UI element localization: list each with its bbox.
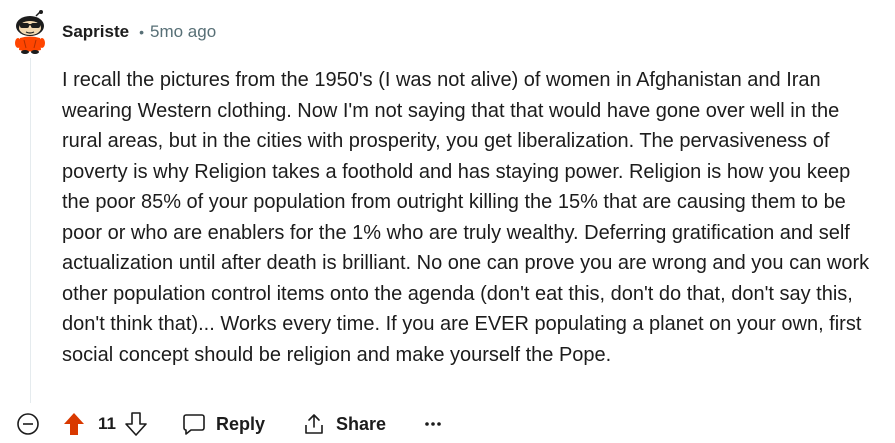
snoo-avatar-icon: [15, 10, 45, 54]
comment-header: Sapriste • 5mo ago: [62, 20, 216, 44]
vote-score: 11: [98, 414, 116, 433]
share-arrow-icon: [305, 414, 323, 434]
more-options-button[interactable]: [422, 411, 444, 437]
meta-separator: •: [139, 24, 144, 40]
ellipsis-icon: [425, 422, 441, 426]
collapse-button[interactable]: [16, 412, 40, 436]
reply-button[interactable]: Reply: [182, 411, 265, 437]
avatar[interactable]: [10, 10, 50, 54]
speech-bubble-icon: [183, 414, 205, 435]
reply-label: Reply: [216, 413, 266, 434]
comment-timestamp[interactable]: 5mo ago: [150, 22, 216, 42]
collapse-minus-icon: [17, 413, 39, 435]
share-label: Share: [336, 413, 387, 434]
share-button[interactable]: Share: [302, 411, 386, 437]
downvote-button[interactable]: [124, 411, 148, 437]
comment-body: I recall the pictures from the 1950's (I…: [62, 69, 870, 366]
upvote-arrow-icon: [64, 413, 84, 435]
author-username[interactable]: Sapriste: [62, 22, 129, 42]
comment-action-bar: 11 Reply Share: [0, 406, 895, 442]
comment: Sapriste • 5mo ago I recall the pictures…: [0, 0, 895, 443]
downvote-arrow-icon: [125, 412, 147, 436]
upvote-button[interactable]: [62, 411, 86, 437]
thread-line[interactable]: [30, 58, 31, 403]
